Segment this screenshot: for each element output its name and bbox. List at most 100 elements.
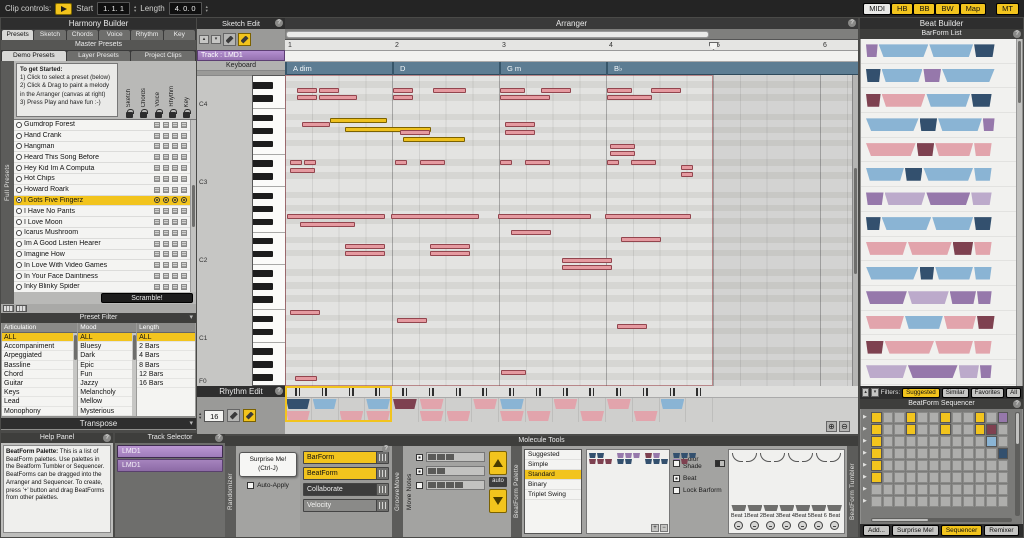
midi-note[interactable] — [511, 230, 551, 235]
rhythm-cell[interactable] — [633, 398, 660, 410]
layer-toggle-icon[interactable] — [172, 208, 178, 214]
midi-note[interactable] — [287, 214, 385, 219]
midi-note[interactable] — [525, 160, 550, 165]
sequencer-cell[interactable] — [952, 484, 963, 495]
topbar-button-bb[interactable]: BB — [913, 3, 935, 15]
layer-toggle-icon[interactable] — [154, 187, 160, 193]
layer-toggle-icon[interactable] — [181, 241, 187, 247]
sequencer-cell[interactable] — [963, 436, 974, 447]
filter-item[interactable]: Lead — [2, 397, 77, 406]
dropdown-collaborate[interactable]: Collaborate — [303, 483, 389, 496]
preset-row[interactable]: I Gots Five Fingerz — [14, 196, 196, 207]
rhythm-cell[interactable] — [633, 410, 660, 422]
sequencer-cell[interactable] — [929, 472, 940, 483]
midi-note[interactable] — [430, 251, 470, 256]
beatform-cluster[interactable] — [617, 453, 640, 464]
black-key[interactable] — [253, 296, 273, 302]
preset-list-scrollbar[interactable] — [190, 120, 196, 292]
sequencer-cell[interactable] — [906, 412, 917, 423]
sequencer-cell[interactable] — [894, 448, 905, 459]
preset-radio[interactable] — [16, 187, 22, 193]
barform-row[interactable] — [861, 311, 1022, 336]
midi-note[interactable] — [290, 168, 315, 173]
dropdown-velocity[interactable]: Velocity — [303, 499, 389, 512]
tab-chords[interactable]: Chords — [67, 30, 98, 40]
sequencer-cell[interactable] — [894, 484, 905, 495]
preset-radio[interactable] — [16, 122, 22, 128]
subtab-layer-presets[interactable]: Layer Presets — [67, 51, 131, 61]
layer-toggle-icon[interactable] — [181, 284, 187, 290]
track-item[interactable]: LMD1 — [117, 459, 223, 472]
beatform-shape[interactable] — [747, 505, 762, 511]
row-play-arrow[interactable]: ▶ — [863, 484, 870, 494]
sequencer-cell[interactable] — [929, 496, 940, 507]
layer-toggle-icon[interactable] — [163, 176, 169, 182]
midi-note[interactable] — [420, 160, 445, 165]
row-play-arrow[interactable]: ▶ — [863, 460, 870, 470]
filter-item[interactable]: 16 Bars — [137, 379, 195, 388]
midi-note[interactable] — [605, 214, 691, 219]
rhythm-cell[interactable] — [312, 410, 339, 422]
rhythm-cell[interactable] — [579, 398, 606, 410]
black-key[interactable] — [253, 283, 273, 289]
scroll-up-button[interactable]: ▴ — [862, 388, 869, 397]
sequencer-cell[interactable] — [929, 424, 940, 435]
layer-toggle-icon[interactable] — [172, 165, 178, 171]
sequencer-cell[interactable] — [894, 496, 905, 507]
auto-apply-checkbox[interactable] — [247, 482, 254, 489]
remove-beat-button[interactable] — [798, 521, 807, 530]
sequencer-cell[interactable] — [871, 424, 882, 435]
draw-tool-button[interactable] — [238, 33, 251, 46]
midi-note[interactable] — [607, 95, 652, 100]
tab-presets[interactable]: Presets — [2, 30, 33, 40]
midi-note[interactable] — [400, 130, 430, 135]
filter-scrollbar[interactable] — [132, 333, 136, 416]
layer-toggle-icon[interactable] — [172, 133, 178, 139]
sequencer-cell[interactable] — [940, 496, 951, 507]
rhythm-cell[interactable] — [660, 410, 687, 422]
layer-toggle-icon[interactable] — [154, 133, 160, 139]
sequencer-cell[interactable] — [894, 436, 905, 447]
midi-note[interactable] — [607, 160, 619, 165]
sequencer-cell[interactable] — [871, 460, 882, 471]
midi-note[interactable] — [300, 222, 355, 227]
chord-region[interactable]: D — [392, 62, 499, 75]
rhythm-cell[interactable] — [553, 398, 580, 410]
midi-note[interactable] — [430, 244, 470, 249]
sequencer-cell[interactable] — [998, 412, 1009, 423]
rhythm-cell[interactable] — [285, 398, 312, 410]
option-lock-barform[interactable]: Lock Barform — [673, 487, 725, 494]
sequencer-cell[interactable] — [883, 472, 894, 483]
sequencer-cell[interactable] — [975, 448, 986, 459]
sequencer-cell[interactable] — [883, 424, 894, 435]
tab-voice[interactable]: Voice — [99, 30, 130, 40]
layer-toggle-icon[interactable] — [163, 230, 169, 236]
midi-note[interactable] — [330, 118, 387, 123]
rhythm-cell[interactable] — [312, 398, 339, 410]
filter-item[interactable]: Mysterious — [78, 407, 136, 416]
sequencer-cell[interactable] — [883, 496, 894, 507]
rhythm-cell[interactable] — [499, 410, 526, 422]
barform-row[interactable] — [861, 237, 1022, 262]
sequencer-cell[interactable] — [929, 436, 940, 447]
midi-note[interactable] — [500, 160, 512, 165]
sequencer-cell[interactable] — [871, 448, 882, 459]
filter-item[interactable]: 4 Bars — [137, 351, 195, 360]
sequencer-cell[interactable] — [986, 496, 997, 507]
preset-radio[interactable] — [16, 219, 22, 225]
barform-row[interactable] — [861, 187, 1022, 212]
layer-toggle-icon[interactable] — [154, 122, 160, 128]
sequencer-cell[interactable] — [906, 496, 917, 507]
option-beat[interactable]: Beat — [673, 475, 725, 482]
auto-apply-row[interactable]: Auto-Apply — [247, 482, 289, 489]
layer-toggle-icon[interactable] — [172, 284, 178, 290]
midi-note[interactable] — [505, 130, 535, 135]
preset-radio[interactable] — [16, 165, 22, 171]
sequencer-cell[interactable] — [917, 448, 928, 459]
midi-note[interactable] — [295, 376, 317, 381]
rhythm-cell[interactable] — [365, 398, 392, 410]
topbar-button-map[interactable]: Map — [960, 3, 987, 15]
palette-item-suggested[interactable]: Suggested — [525, 450, 581, 460]
midi-note[interactable] — [290, 160, 302, 165]
rhythm-cell[interactable] — [526, 410, 553, 422]
